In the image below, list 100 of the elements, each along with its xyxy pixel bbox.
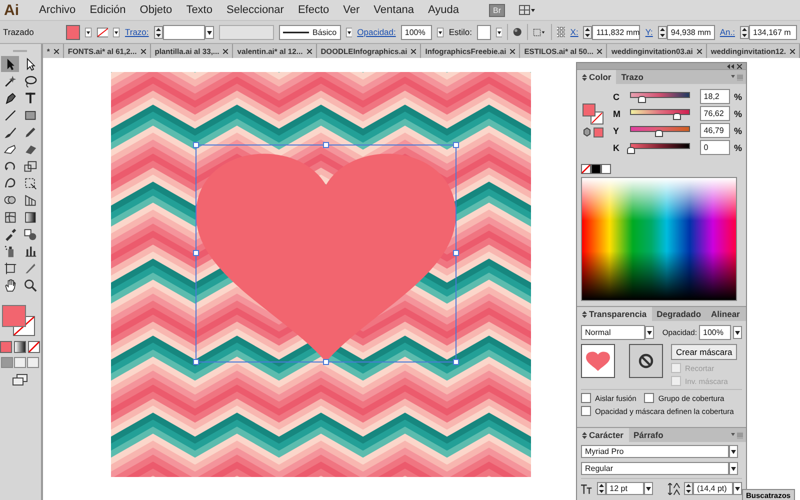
opacity-link[interactable]: Opacidad: — [357, 27, 396, 37]
font-size-field[interactable]: 12 pt — [606, 482, 644, 495]
spinner-arrows-icon[interactable] — [596, 482, 606, 495]
menu-item[interactable]: Edición — [90, 4, 126, 16]
close-icon[interactable] — [597, 48, 602, 54]
style-swatch[interactable] — [476, 24, 491, 40]
width-field[interactable]: 134,167 m — [749, 24, 798, 40]
opacity-field[interactable]: 100% — [400, 24, 432, 40]
spinner-arrows-icon[interactable] — [740, 26, 750, 38]
dropdown-caret-icon[interactable] — [204, 26, 214, 38]
arrange-documents-icon[interactable] — [519, 5, 536, 15]
close-icon[interactable] — [140, 48, 146, 54]
color-swatch[interactable] — [591, 164, 601, 174]
menu-item[interactable]: Archivo — [39, 4, 76, 16]
dropdown-caret-icon[interactable] — [644, 482, 653, 495]
spinner-arrows-icon[interactable] — [583, 26, 592, 38]
double-caret-icon[interactable] — [582, 310, 587, 318]
dropdown-caret-icon[interactable] — [496, 26, 502, 38]
slider-thumb[interactable] — [638, 96, 646, 103]
panel-menu-icon[interactable] — [731, 432, 743, 438]
spinner-arrows-icon[interactable] — [658, 26, 667, 38]
fill-swatch[interactable] — [2, 305, 26, 327]
menu-item[interactable]: Ventana — [374, 4, 414, 16]
color-spectrum[interactable] — [581, 177, 737, 301]
font-size-icon — [581, 484, 593, 494]
slider-track[interactable] — [630, 108, 690, 119]
channel-label: M — [612, 108, 622, 118]
align-icon[interactable] — [532, 26, 546, 38]
menu-item[interactable]: Objeto — [140, 4, 172, 16]
leading-field[interactable]: (14,4 pt) — [693, 482, 733, 495]
double-caret-icon[interactable] — [582, 74, 587, 80]
width-link[interactable]: An.: — [720, 27, 736, 37]
close-icon[interactable] — [696, 48, 702, 54]
channel-value-field[interactable]: 18,2 — [700, 89, 730, 104]
slider-thumb[interactable] — [655, 130, 663, 137]
menu-item[interactable]: Efecto — [298, 4, 330, 16]
dropdown-caret-icon[interactable] — [437, 26, 444, 38]
dropdown-caret-icon[interactable] — [645, 326, 654, 339]
close-icon[interactable] — [737, 64, 742, 68]
stroke-profile-dropdown[interactable]: Básico — [278, 24, 341, 40]
artwork-thumbnail[interactable] — [581, 344, 615, 378]
close-icon[interactable] — [223, 48, 228, 54]
channel-value-field[interactable]: 0 — [700, 140, 730, 155]
close-icon[interactable] — [790, 48, 795, 54]
checkbox[interactable] — [581, 393, 591, 403]
make-mask-button[interactable]: Crear máscara — [671, 344, 738, 360]
spinner-arrows-icon[interactable] — [684, 482, 693, 495]
panel-tab[interactable]: Carácter — [577, 428, 628, 442]
close-icon[interactable] — [54, 48, 59, 54]
mask-thumbnail[interactable] — [629, 344, 663, 378]
dropdown-caret-icon[interactable] — [729, 445, 738, 458]
none-mode-icon[interactable] — [28, 341, 40, 353]
dropdown-caret-icon[interactable] — [733, 482, 742, 495]
dropdown-caret-icon[interactable] — [733, 326, 742, 339]
close-icon[interactable] — [411, 48, 416, 54]
y-field[interactable]: 94,938 mm — [666, 24, 715, 40]
checkbox[interactable] — [644, 393, 654, 403]
font-style-dropdown[interactable]: Regular — [581, 462, 729, 475]
slider-track[interactable] — [630, 142, 690, 153]
screen-mode-icon[interactable] — [12, 374, 28, 386]
menu-item[interactable]: Seleccionar — [226, 4, 284, 16]
channel-label: K — [612, 142, 620, 152]
y-link[interactable]: Y: — [645, 27, 653, 37]
close-icon[interactable] — [306, 48, 312, 54]
x-field[interactable]: 111,832 mm — [592, 24, 640, 40]
slider-track[interactable] — [630, 91, 690, 102]
dropdown-caret-icon[interactable] — [729, 462, 738, 475]
stroke-weight-field[interactable] — [162, 24, 205, 40]
font-family-dropdown[interactable]: Myriad Pro — [581, 445, 729, 458]
slider-track[interactable] — [630, 125, 690, 136]
color-mode-icon[interactable] — [0, 341, 12, 353]
dropdown-caret-icon[interactable] — [113, 26, 120, 38]
channel-value-field[interactable]: 46,79 — [700, 123, 730, 138]
dropdown-caret-icon[interactable] — [346, 26, 352, 38]
menu-item[interactable]: Ver — [343, 4, 360, 16]
fill-swatch[interactable] — [66, 24, 80, 40]
panel-tab[interactable]: Transparencia — [577, 307, 652, 321]
opacity-field[interactable]: 100% — [699, 325, 731, 340]
checkbox[interactable] — [581, 406, 591, 416]
none-swatch[interactable] — [581, 164, 591, 174]
panel-menu-icon[interactable] — [731, 74, 743, 80]
slider-thumb[interactable] — [672, 113, 681, 120]
menu-item[interactable]: Ayuda — [428, 4, 460, 16]
spinner-arrows-icon[interactable] — [154, 26, 163, 38]
color-swatch[interactable] — [601, 164, 611, 174]
x-link[interactable]: X: — [570, 27, 578, 37]
slider-thumb[interactable] — [627, 147, 636, 154]
stroke-link[interactable]: Trazo: — [124, 27, 149, 37]
close-icon[interactable] — [510, 48, 516, 54]
menu-item[interactable]: Texto — [186, 4, 212, 16]
reference-point-icon[interactable] — [556, 26, 566, 38]
recolor-icon[interactable] — [513, 26, 522, 38]
gradient-mode-icon[interactable] — [14, 341, 26, 353]
leading-icon — [668, 482, 680, 494]
channel-value-field[interactable]: 76,62 — [700, 106, 730, 121]
panel-tab[interactable]: Color — [577, 70, 616, 84]
double-caret-icon[interactable] — [582, 432, 587, 438]
blend-mode-dropdown[interactable]: Normal — [581, 325, 645, 340]
stroke-swatch[interactable] — [96, 26, 108, 38]
dropdown-caret-icon[interactable] — [85, 26, 92, 38]
